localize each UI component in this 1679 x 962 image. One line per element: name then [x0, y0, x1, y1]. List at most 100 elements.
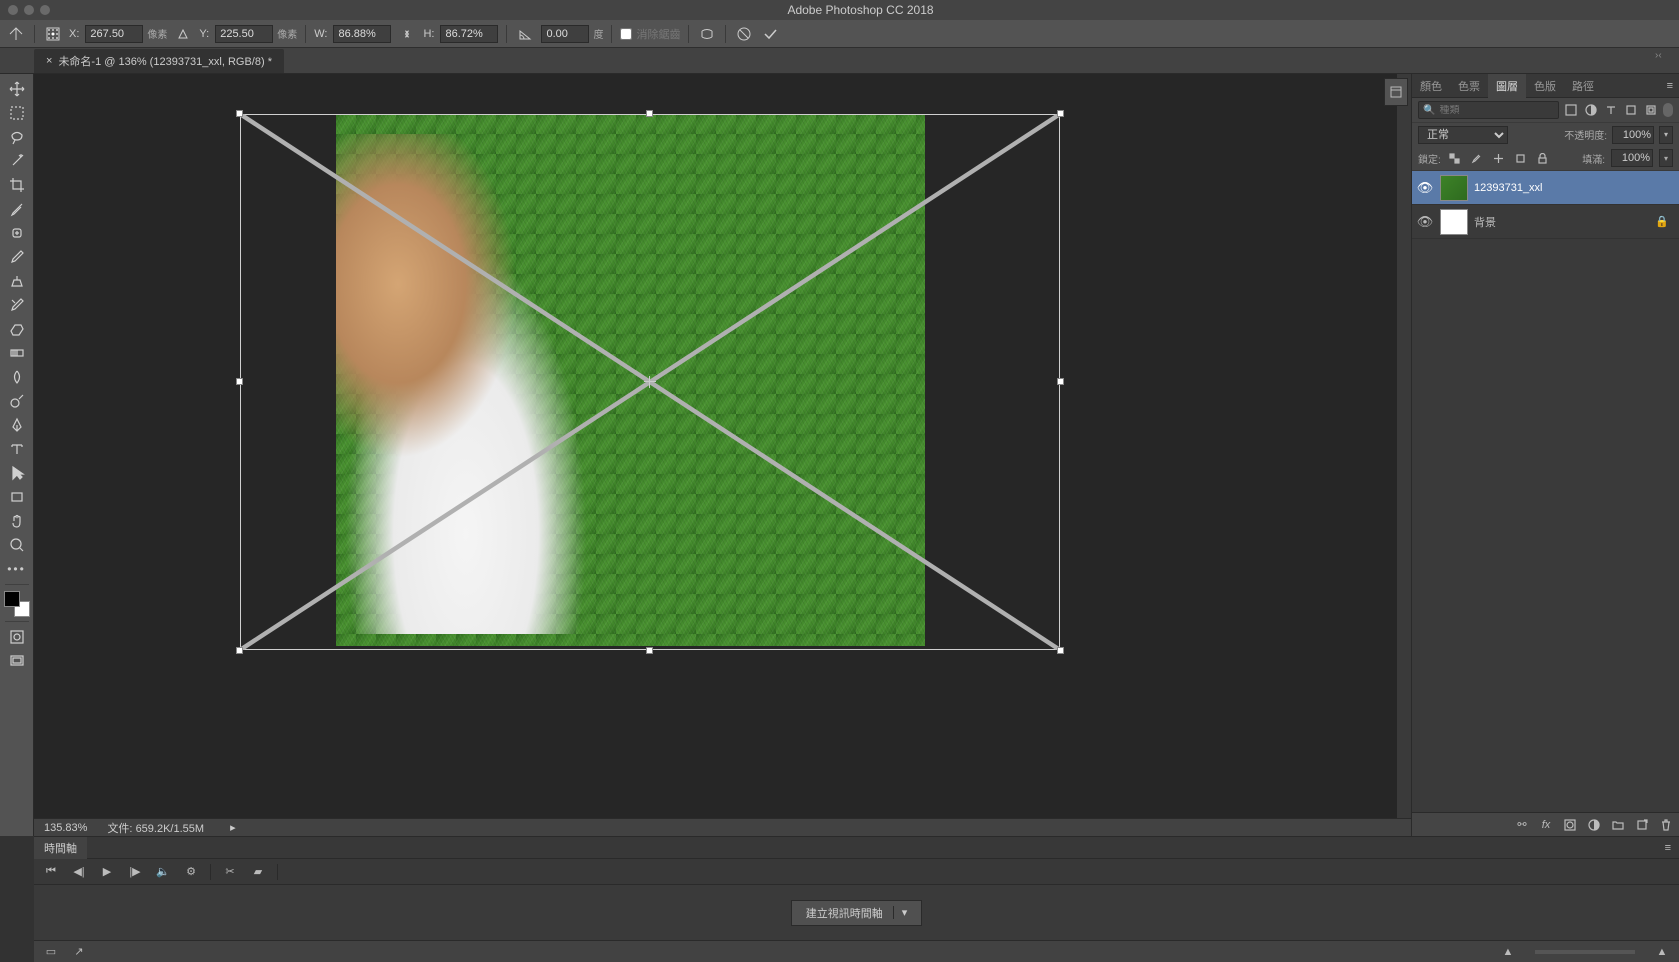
- transform-handle-top-right[interactable]: [1057, 110, 1064, 117]
- layer-group-icon[interactable]: [1611, 817, 1625, 833]
- h-input[interactable]: [440, 25, 498, 43]
- layer-thumbnail[interactable]: [1440, 175, 1468, 201]
- close-window-button[interactable]: [8, 5, 18, 15]
- layer-item[interactable]: 👁背景🔒: [1412, 205, 1679, 239]
- opacity-input[interactable]: [1612, 126, 1654, 144]
- lock-all-icon[interactable]: [1535, 150, 1551, 166]
- timeline-next-frame-icon[interactable]: |▶: [126, 863, 144, 881]
- marquee-tool[interactable]: [4, 102, 30, 124]
- document-tab[interactable]: × 未命名-1 @ 136% (12393731_xxl, RGB/8) *: [34, 49, 284, 73]
- healing-brush-tool[interactable]: [4, 222, 30, 244]
- timeline-menu-icon[interactable]: ≡: [1657, 838, 1679, 858]
- layer-name-label[interactable]: 背景: [1474, 214, 1649, 230]
- timeline-mode-icon[interactable]: ▭: [42, 943, 60, 961]
- timeline-audio-icon[interactable]: 🔈: [154, 863, 172, 881]
- layer-visibility-icon[interactable]: 👁: [1416, 180, 1434, 196]
- tab-color[interactable]: 顏色: [1412, 74, 1450, 98]
- collapse-panels-icon[interactable]: ›‹: [1655, 50, 1675, 60]
- new-layer-icon[interactable]: [1635, 817, 1649, 833]
- w-input[interactable]: [333, 25, 391, 43]
- blend-mode-select[interactable]: 正常: [1418, 126, 1508, 144]
- filter-shape-icon[interactable]: [1623, 102, 1639, 118]
- y-input[interactable]: [215, 25, 273, 43]
- edit-toolbar-button[interactable]: •••: [4, 558, 30, 580]
- cancel-transform-icon[interactable]: [734, 24, 754, 44]
- filter-toggle-icon[interactable]: [1663, 103, 1673, 117]
- filter-smart-icon[interactable]: [1643, 102, 1659, 118]
- rectangle-tool[interactable]: [4, 486, 30, 508]
- layer-visibility-icon[interactable]: 👁: [1416, 214, 1434, 230]
- layer-thumbnail[interactable]: [1440, 209, 1468, 235]
- timeline-render-icon[interactable]: ↗: [70, 943, 88, 961]
- color-swatches[interactable]: [4, 591, 30, 617]
- crop-tool[interactable]: [4, 174, 30, 196]
- canvas-scrollbar-vertical[interactable]: [1397, 74, 1411, 818]
- move-tool[interactable]: [4, 78, 30, 100]
- timeline-tab[interactable]: 時間軸: [34, 837, 87, 859]
- file-info[interactable]: 文件: 659.2K/1.55M: [107, 820, 204, 836]
- timeline-prev-frame-icon[interactable]: ◀|: [70, 863, 88, 881]
- zoom-level[interactable]: 135.83%: [44, 822, 87, 834]
- warp-mode-icon[interactable]: [697, 24, 717, 44]
- timeline-settings-icon[interactable]: ⚙: [182, 863, 200, 881]
- type-tool[interactable]: [4, 438, 30, 460]
- link-layers-icon[interactable]: ⚯: [1515, 817, 1529, 833]
- angle-input[interactable]: [541, 25, 589, 43]
- antialias-checkbox[interactable]: 消除鋸齒: [620, 26, 680, 42]
- timeline-zoom-in-icon[interactable]: ▲: [1653, 943, 1671, 961]
- screen-mode-tool[interactable]: [4, 650, 30, 672]
- history-brush-tool[interactable]: [4, 294, 30, 316]
- commit-transform-icon[interactable]: [760, 24, 780, 44]
- status-flyout-icon[interactable]: ▸: [230, 821, 236, 834]
- layer-item[interactable]: 👁12393731_xxl: [1412, 171, 1679, 205]
- tab-close-icon[interactable]: ×: [46, 55, 52, 67]
- dodge-tool[interactable]: [4, 390, 30, 412]
- opacity-flyout-icon[interactable]: ▾: [1659, 126, 1673, 144]
- tab-channels[interactable]: 色版: [1526, 74, 1564, 98]
- quick-mask-tool[interactable]: [4, 626, 30, 648]
- tab-layers[interactable]: 圖層: [1488, 74, 1526, 98]
- transform-handle-bottom-right[interactable]: [1057, 647, 1064, 654]
- lock-artboard-icon[interactable]: [1513, 150, 1529, 166]
- fill-flyout-icon[interactable]: ▾: [1659, 149, 1673, 167]
- transform-handle-mid-left[interactable]: [236, 378, 243, 385]
- timeline-transition-icon[interactable]: ▰: [249, 863, 267, 881]
- hand-tool[interactable]: [4, 510, 30, 532]
- create-timeline-dropdown-icon[interactable]: ▾: [893, 906, 908, 919]
- fill-input[interactable]: [1611, 149, 1653, 167]
- filter-type-icon[interactable]: [1603, 102, 1619, 118]
- x-input[interactable]: [85, 25, 143, 43]
- blur-tool[interactable]: [4, 366, 30, 388]
- panel-menu-icon[interactable]: ≡: [1661, 76, 1679, 96]
- layer-filter-search[interactable]: 🔍: [1418, 101, 1559, 119]
- path-selection-tool[interactable]: [4, 462, 30, 484]
- reference-point-icon[interactable]: [43, 24, 63, 44]
- layer-style-icon[interactable]: fx: [1539, 817, 1553, 833]
- collapsed-panel-icon[interactable]: [1384, 78, 1408, 106]
- tab-paths[interactable]: 路徑: [1564, 74, 1602, 98]
- maximize-window-button[interactable]: [40, 5, 50, 15]
- pen-tool[interactable]: [4, 414, 30, 436]
- transform-handle-mid-right[interactable]: [1057, 378, 1064, 385]
- link-icon[interactable]: [397, 24, 417, 44]
- filter-pixel-icon[interactable]: [1563, 102, 1579, 118]
- delta-icon[interactable]: [173, 24, 193, 44]
- tab-swatches[interactable]: 色票: [1450, 74, 1488, 98]
- timeline-zoom-out-icon[interactable]: ▲: [1499, 943, 1517, 961]
- timeline-split-icon[interactable]: ✂: [221, 863, 239, 881]
- eyedropper-tool[interactable]: [4, 198, 30, 220]
- delete-layer-icon[interactable]: [1659, 817, 1673, 833]
- transform-handle-top-left[interactable]: [236, 110, 243, 117]
- canvas-area[interactable]: 135.83% 文件: 659.2K/1.55M ▸: [34, 74, 1411, 836]
- layer-filter-input[interactable]: [1439, 105, 1554, 116]
- filter-adjust-icon[interactable]: [1583, 102, 1599, 118]
- timeline-first-frame-icon[interactable]: ⏮: [42, 863, 60, 881]
- layer-mask-icon[interactable]: [1563, 817, 1577, 833]
- adjustment-layer-icon[interactable]: [1587, 817, 1601, 833]
- transform-handle-bottom-mid[interactable]: [646, 647, 653, 654]
- lock-position-icon[interactable]: [1491, 150, 1507, 166]
- minimize-window-button[interactable]: [24, 5, 34, 15]
- transform-handle-bottom-left[interactable]: [236, 647, 243, 654]
- magic-wand-tool[interactable]: [4, 150, 30, 172]
- lasso-tool[interactable]: [4, 126, 30, 148]
